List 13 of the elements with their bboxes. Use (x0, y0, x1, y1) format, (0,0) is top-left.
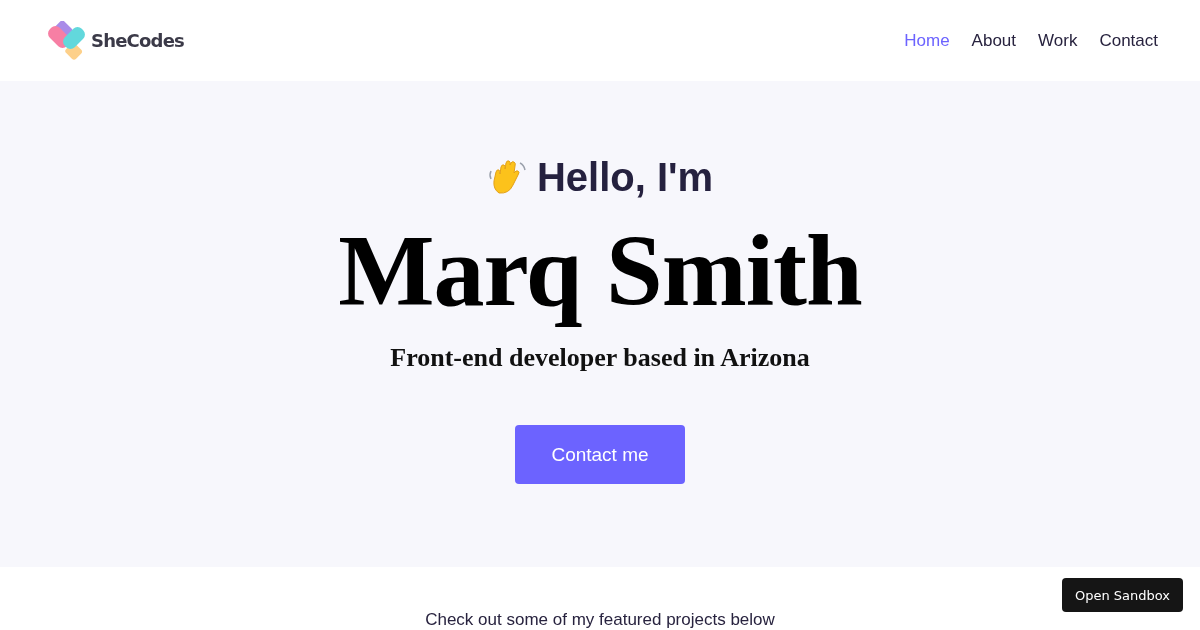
waving-hand-icon (486, 157, 527, 197)
open-sandbox-button[interactable]: Open Sandbox (1061, 578, 1183, 612)
nav-link[interactable]: About (971, 30, 1017, 51)
projects-intro-text: Check out some of my featured projects below (425, 610, 775, 629)
contact-button[interactable]: Contact me (515, 425, 685, 484)
nav-link[interactable]: Work (1038, 30, 1078, 51)
nav-link[interactable]: Home (904, 30, 950, 51)
nav-link[interactable]: Contact (1099, 30, 1158, 51)
logo-text: SheCodes (91, 30, 184, 51)
logo-icon (45, 20, 87, 61)
name-heading: Marq Smith (338, 213, 862, 329)
tagline-text: Front-end developer based in Arizona (390, 343, 810, 373)
greeting-heading: Hello, I'm (536, 154, 714, 200)
